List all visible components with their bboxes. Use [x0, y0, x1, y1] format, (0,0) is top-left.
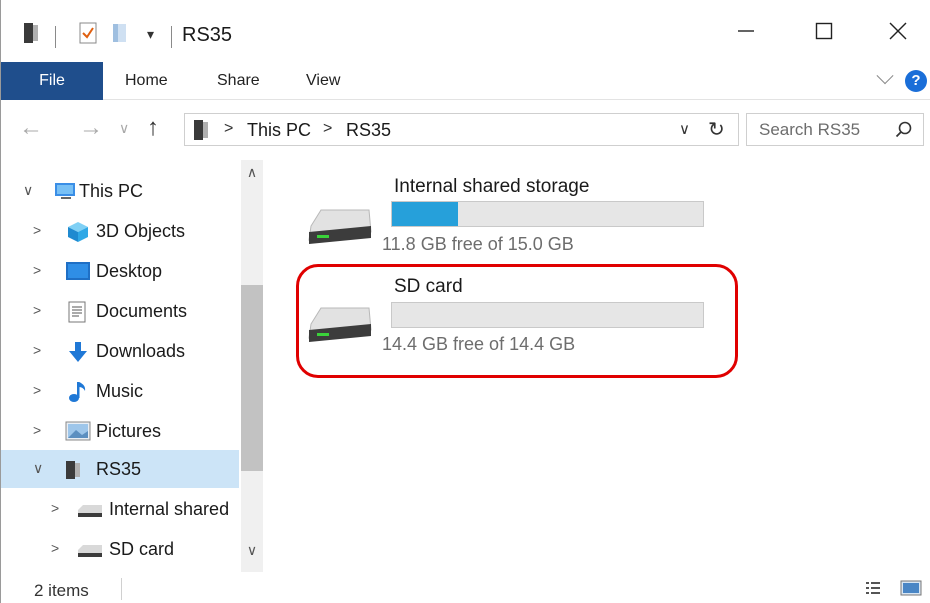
expand-ribbon-chevron-icon[interactable]	[876, 67, 894, 85]
search-input[interactable]: Search RS35	[759, 120, 860, 140]
collapse-chevron-icon[interactable]: ∨	[33, 460, 43, 477]
customize-toolbar-dropdown-icon[interactable]: ▾	[147, 26, 154, 43]
device-icon	[65, 459, 81, 486]
search-box[interactable]: Search RS35	[746, 113, 924, 146]
device-icon	[193, 119, 209, 146]
highlight-annotation	[296, 264, 738, 378]
nav-item-sd-card[interactable]: > SD card	[1, 530, 239, 568]
nav-item-label: 3D Objects	[96, 221, 186, 241]
ribbon-tabs: File Home Share View ?	[1, 62, 930, 100]
item-count: 2 items	[34, 581, 89, 600]
nav-item-pictures[interactable]: > Pictures	[1, 412, 239, 450]
large-icons-view-icon[interactable]	[900, 580, 922, 601]
drive-free-space: 11.8 GB free of 15.0 GB	[382, 234, 574, 254]
tab-view[interactable]: View	[306, 62, 340, 100]
breadcrumb-separator-icon[interactable]: >	[323, 120, 332, 138]
expand-chevron-icon[interactable]: >	[33, 302, 41, 318]
breadcrumb-this-pc[interactable]: This PC	[247, 120, 311, 141]
back-arrow-icon[interactable]: ←	[19, 114, 43, 142]
nav-item-label: Downloads	[96, 341, 186, 361]
search-icon[interactable]	[895, 121, 913, 144]
refresh-icon[interactable]: ↻	[708, 117, 725, 142]
title-bar: ▾ RS35	[1, 0, 930, 62]
separator	[121, 578, 122, 600]
3d-objects-icon	[67, 221, 89, 248]
nav-item-label: Pictures	[96, 421, 162, 441]
scrollbar-thumb[interactable]	[241, 285, 263, 471]
nav-item-label: This PC	[79, 181, 144, 201]
collapse-chevron-icon[interactable]: ∨	[23, 182, 33, 199]
up-arrow-icon[interactable]: ↑	[147, 114, 159, 142]
forward-arrow-icon[interactable]: →	[79, 114, 103, 142]
nav-item-desktop[interactable]: > Desktop	[1, 252, 239, 290]
storage-usage-bar	[391, 201, 704, 227]
properties-icon[interactable]	[79, 22, 97, 49]
storage-usage-fill	[392, 202, 459, 226]
nav-item-internal-shared[interactable]: > Internal shared	[1, 490, 239, 528]
nav-item-label: SD card	[109, 539, 175, 559]
nav-item-label: RS35	[96, 459, 142, 479]
explorer-window: ▾ RS35 File Home Share View ? ← → ∨ ↑ > …	[0, 0, 930, 603]
nav-item-label: Music	[96, 381, 144, 401]
expand-chevron-icon[interactable]: >	[33, 382, 41, 398]
nav-item-label: Desktop	[96, 261, 163, 281]
nav-item-rs35[interactable]: ∨ RS35	[1, 450, 239, 488]
window-title: RS35	[182, 24, 233, 46]
address-bar[interactable]: > This PC > RS35 ∨ ↻	[184, 113, 739, 146]
nav-item-music[interactable]: > Music	[1, 372, 239, 410]
nav-item-documents[interactable]: > Documents	[1, 292, 239, 330]
tab-share[interactable]: Share	[217, 62, 260, 100]
separator	[171, 26, 172, 48]
desktop-icon	[65, 261, 91, 286]
drive-name: Internal shared storage	[394, 176, 590, 197]
expand-chevron-icon[interactable]: >	[33, 342, 41, 358]
tab-file[interactable]: File	[1, 62, 103, 100]
close-button[interactable]	[865, 0, 930, 62]
nav-item-this-pc[interactable]: ∨ This PC	[1, 172, 239, 210]
downloads-icon	[67, 341, 89, 368]
minimize-button[interactable]	[713, 0, 779, 62]
details-view-icon[interactable]	[865, 580, 881, 601]
expand-chevron-icon[interactable]: >	[51, 540, 59, 556]
recent-locations-chevron-icon[interactable]: ∨	[119, 120, 129, 137]
computer-icon	[53, 181, 79, 206]
help-button[interactable]: ?	[905, 70, 927, 92]
hard-drive-icon	[307, 208, 373, 253]
device-icon[interactable]	[23, 22, 39, 49]
nav-item-3d-objects[interactable]: > 3D Objects	[1, 212, 239, 250]
scroll-up-icon[interactable]: ∧	[241, 164, 263, 188]
maximize-button[interactable]	[791, 0, 857, 62]
address-history-chevron-icon[interactable]: ∨	[679, 120, 690, 138]
documents-icon	[68, 301, 86, 328]
separator	[55, 26, 56, 48]
expand-chevron-icon[interactable]: >	[33, 422, 41, 438]
navigation-pane: ∨ This PC > 3D Objects > Desktop > Docum…	[1, 160, 263, 572]
breadcrumb-separator-icon[interactable]: >	[224, 120, 233, 138]
nav-item-label: Documents	[96, 301, 188, 321]
expand-chevron-icon[interactable]: >	[33, 262, 41, 278]
expand-chevron-icon[interactable]: >	[33, 222, 41, 238]
music-icon	[67, 381, 89, 408]
nav-item-label: Internal shared	[109, 499, 230, 519]
nav-item-downloads[interactable]: > Downloads	[1, 332, 239, 370]
status-bar: 2 items	[1, 572, 930, 603]
drive-icon	[77, 504, 103, 523]
pictures-icon	[65, 421, 91, 446]
breadcrumb-rs35[interactable]: RS35	[346, 120, 391, 141]
expand-chevron-icon[interactable]: >	[51, 500, 59, 516]
tab-home[interactable]: Home	[125, 62, 168, 100]
drive-icon	[77, 544, 103, 563]
scroll-down-icon[interactable]: ∨	[241, 542, 263, 566]
new-folder-icon[interactable]	[111, 22, 129, 49]
